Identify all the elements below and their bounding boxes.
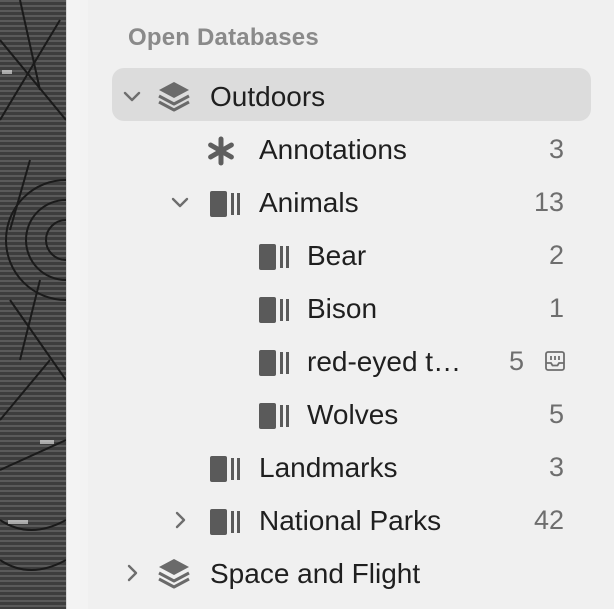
item-count: 42 (533, 505, 564, 535)
list-item-landmarks[interactable]: Landmarks 3 (88, 441, 614, 494)
group-icon (259, 244, 289, 270)
item-count: 1 (548, 293, 564, 323)
list-item-wolves[interactable]: Wolves 5 (88, 388, 614, 441)
chevron-down-icon[interactable] (168, 190, 192, 214)
item-count: 3 (548, 452, 564, 482)
item-count: 5 (548, 399, 564, 429)
item-label: National Parks (259, 505, 442, 536)
group-icon (210, 456, 240, 482)
item-label: Bison (307, 293, 378, 324)
item-label: Bear (307, 240, 367, 271)
list-item-bear[interactable]: Bear 2 (88, 229, 614, 282)
item-label: Wolves (307, 399, 399, 430)
group-icon (259, 403, 289, 429)
item-label: Annotations (259, 134, 407, 165)
item-count: 5 (508, 346, 524, 376)
group-icon (259, 350, 289, 376)
item-label: Animals (259, 187, 359, 218)
group-icon (210, 509, 240, 535)
list-item-national-parks[interactable]: National Parks 42 (88, 494, 614, 547)
item-label: red-eyed t… (307, 346, 462, 377)
decorative-pattern-icon (0, 0, 66, 571)
group-icon (259, 297, 289, 323)
database-row-space-and-flight[interactable]: Space and Flight (88, 547, 614, 600)
chevron-right-icon[interactable] (120, 561, 144, 585)
list-item-annotations[interactable]: Annotations 3 (88, 123, 614, 176)
app-window: Open Databases Outdoors Annotations 3 An… (0, 0, 614, 609)
database-row-outdoors[interactable]: Outdoors (88, 70, 614, 123)
database-label-outdoors: Outdoors (210, 81, 326, 112)
list-item-red-eyed[interactable]: red-eyed t… 5 (88, 335, 614, 388)
list-item-animals[interactable]: Animals 13 (88, 176, 614, 229)
stack-icon (158, 82, 190, 112)
asterisk-icon (208, 136, 234, 166)
chevron-down-icon[interactable] (120, 84, 144, 108)
stack-icon (158, 559, 190, 589)
inbox-icon (545, 351, 565, 371)
database-label-space-and-flight: Space and Flight (210, 558, 421, 589)
list-item-bison[interactable]: Bison 1 (88, 282, 614, 335)
section-title-open-databases: Open Databases (128, 24, 319, 51)
background-artwork (0, 0, 66, 609)
sidebar: Open Databases Outdoors Annotations 3 An… (88, 0, 614, 609)
group-icon (210, 191, 240, 217)
chevron-right-icon[interactable] (168, 508, 192, 532)
sidebar-gutter (66, 0, 89, 609)
item-label: Landmarks (259, 452, 398, 483)
item-count: 2 (548, 240, 564, 270)
item-count: 3 (548, 134, 564, 164)
item-count: 13 (533, 187, 564, 217)
